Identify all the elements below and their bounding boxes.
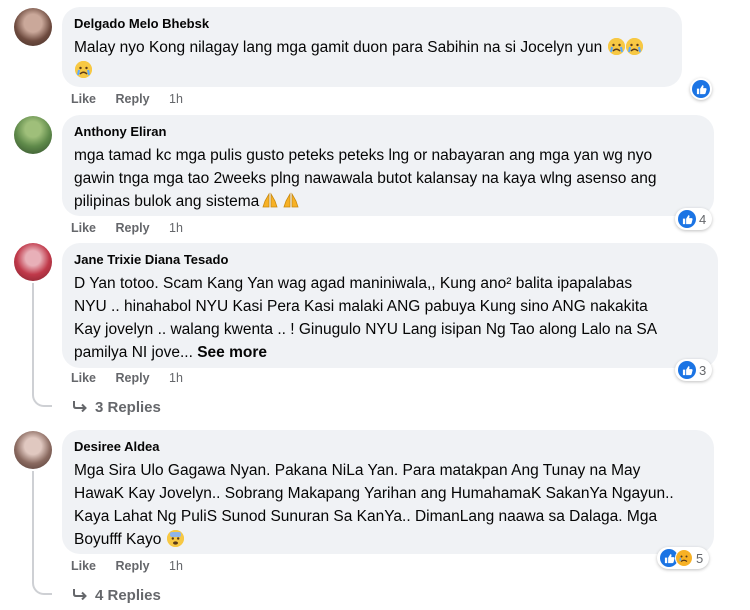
reaction-summary[interactable]: 5: [657, 547, 710, 569]
reply-button[interactable]: Reply: [116, 92, 150, 106]
comment-actions: Like Reply 1h: [71, 92, 183, 106]
comment-author[interactable]: Jane Trixie Diana Tesado: [74, 251, 706, 268]
reply-arrow-icon: [72, 587, 88, 604]
like-reaction-icon: [678, 361, 696, 379]
reaction-count: 4: [699, 211, 707, 227]
crying-face-icon: [75, 61, 92, 78]
comment-bubble: Anthony Eliran mga tamad kc mga pulis gu…: [62, 115, 714, 216]
like-button[interactable]: Like: [71, 371, 96, 385]
reply-button[interactable]: Reply: [116, 221, 150, 235]
crying-face-icon: [625, 38, 643, 55]
comment-bubble: Desiree Aldea Mga Sira Ulo Gagawa Nyan. …: [62, 430, 714, 554]
folded-hands-icon: [260, 192, 280, 209]
comment-actions: Like Reply 1h: [71, 559, 183, 573]
comment-text: mga tamad kc mga pulis gusto peteks pete…: [74, 147, 657, 210]
reply-arrow-icon: [72, 399, 88, 416]
comment-actions: Like Reply 1h: [71, 221, 183, 235]
avatar[interactable]: [14, 431, 52, 469]
like-button[interactable]: Like: [71, 92, 96, 106]
comment-time[interactable]: 1h: [169, 559, 183, 573]
fearful-face-icon: [166, 530, 184, 547]
like-button[interactable]: Like: [71, 559, 96, 573]
thread-connector: [32, 581, 52, 595]
reaction-summary[interactable]: 4: [675, 208, 713, 230]
comment-author[interactable]: Desiree Aldea: [74, 438, 702, 455]
sad-reaction-icon: [675, 549, 693, 567]
comment-author[interactable]: Anthony Eliran: [74, 123, 702, 140]
avatar[interactable]: [14, 243, 52, 281]
comment-text: Mga Sira Ulo Gagawa Nyan. Pakana NiLa Ya…: [74, 462, 674, 548]
view-replies-button[interactable]: 4 Replies: [72, 587, 161, 604]
comment-text: Malay nyo Kong nilagay lang mga gamit du…: [74, 36, 670, 82]
like-button[interactable]: Like: [71, 221, 96, 235]
reply-button[interactable]: Reply: [116, 559, 150, 573]
thread-connector: [32, 393, 52, 407]
replies-label: 4 Replies: [95, 587, 161, 604]
like-reaction-icon: [692, 80, 710, 98]
view-replies-button[interactable]: 3 Replies: [72, 399, 161, 416]
avatar[interactable]: [14, 116, 52, 154]
comment-bubble: Jane Trixie Diana Tesado D Yan totoo. Sc…: [62, 243, 718, 368]
comment-bubble: Delgado Melo Bhebsk Malay nyo Kong nilag…: [62, 7, 682, 87]
replies-label: 3 Replies: [95, 399, 161, 416]
like-reaction-icon: [678, 210, 696, 228]
folded-hands-icon: [281, 192, 301, 209]
comment-author[interactable]: Delgado Melo Bhebsk: [74, 15, 670, 32]
comment-time[interactable]: 1h: [169, 371, 183, 385]
comment-actions: Like Reply 1h: [71, 371, 183, 385]
reply-button[interactable]: Reply: [116, 371, 150, 385]
thread-line: [32, 471, 34, 581]
reaction-summary[interactable]: [690, 78, 712, 100]
avatar[interactable]: [14, 8, 52, 46]
reaction-summary[interactable]: 3: [675, 359, 713, 381]
comment-time[interactable]: 1h: [169, 221, 183, 235]
comment-text: D Yan totoo. Scam Kang Yan wag agad mani…: [74, 275, 658, 361]
reaction-count: 3: [699, 362, 707, 378]
comment-time[interactable]: 1h: [169, 92, 183, 106]
reaction-count: 5: [696, 550, 704, 566]
crying-face-icon: [607, 38, 625, 55]
see-more-link[interactable]: See more: [197, 344, 267, 361]
thread-line: [32, 283, 34, 393]
